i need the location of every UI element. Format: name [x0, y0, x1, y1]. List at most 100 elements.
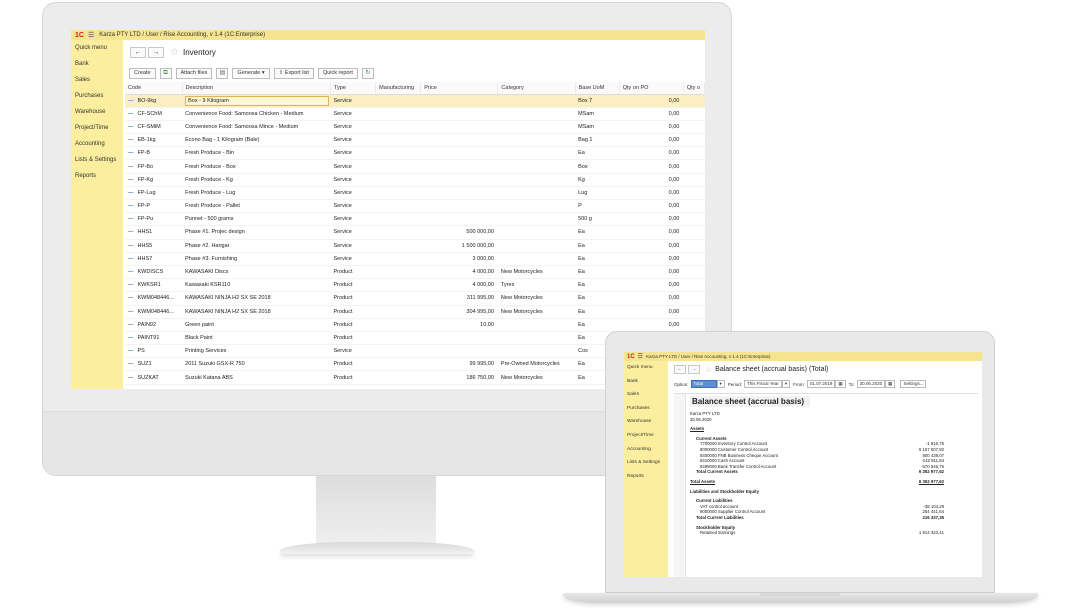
forward-arrow-icon[interactable]: →: [148, 46, 164, 58]
sidebar-item-sales[interactable]: Sales: [71, 72, 123, 88]
to-date-input[interactable]: 30.06.2020: [856, 380, 886, 388]
cell-price: 99 995,00: [420, 357, 498, 372]
sidebar-item-quick-menu[interactable]: Quick menu: [624, 361, 668, 375]
cell-overflow: [683, 199, 705, 214]
cell-overflow: [683, 239, 705, 253]
favorite-star-icon[interactable]: ☆: [705, 365, 712, 374]
sidebar-item-sales[interactable]: Sales: [624, 388, 668, 402]
sidebar-item-reports[interactable]: Reports: [71, 168, 123, 184]
delete-icon[interactable]: ▤: [216, 67, 229, 79]
forward-arrow-icon[interactable]: →: [688, 364, 700, 374]
calendar-icon[interactable]: ▦: [885, 380, 896, 388]
generate-button[interactable]: Generate ▾: [232, 67, 270, 79]
cell-mfg: [375, 305, 421, 319]
cell-desc: Phase #3. Furnishing: [182, 252, 331, 266]
sidebar-item-purchases[interactable]: Purchases: [71, 88, 123, 104]
cell-desc: KAWASAKI Discs: [182, 265, 331, 280]
create-button[interactable]: Create: [129, 67, 156, 79]
export-list-button[interactable]: ⇪ Export list: [273, 67, 314, 79]
attach-files-button[interactable]: Attach files: [175, 67, 213, 79]
sidebar-item-warehouse[interactable]: Warehouse: [624, 415, 668, 429]
cell-overflow: [683, 94, 705, 108]
sidebar-item-lists-settings[interactable]: Lists & Settings: [71, 152, 123, 168]
table-row[interactable]: — EB-1kg Econo Bag - 1 Kilogram (Bale) Serv…: [125, 133, 705, 148]
column-header[interactable]: Code: [125, 82, 183, 95]
cell-price: [420, 94, 498, 108]
column-header[interactable]: Manufacturing: [375, 82, 422, 95]
table-row[interactable]: — PAIN92 Green paint Product 10,00 Ea 0,00: [125, 318, 705, 332]
back-arrow-icon[interactable]: ←: [130, 46, 146, 58]
column-header[interactable]: Qty on PO: [619, 82, 684, 95]
column-header[interactable]: Description: [182, 82, 332, 95]
from-date-input[interactable]: 01.07.2019: [806, 380, 836, 388]
table-row[interactable]: — CF-SMiM Convenience Food: Samoosa Mince …: [125, 120, 705, 135]
cell-price: 186 750,00: [420, 370, 498, 385]
column-header[interactable]: Category: [497, 82, 576, 95]
option-select[interactable]: Total: [690, 380, 717, 388]
cell-price: [420, 212, 498, 227]
table-row[interactable]: — KWKSR1 Kawasaki KSR110 Product 4 000,00 Tyr…: [125, 278, 705, 293]
menu-icon[interactable]: ☰: [638, 353, 643, 360]
period-select[interactable]: This Fiscal Year: [744, 380, 782, 388]
table-row[interactable]: — FP-P Fresh Produce - Pallet Service P 0,00: [125, 199, 705, 214]
sidebar-item-bank[interactable]: Bank: [624, 375, 668, 389]
table-row[interactable]: — HHS5 Phase #2. Hangar Service 1 500 000,00…: [125, 239, 705, 253]
column-header[interactable]: Qty o: [683, 82, 705, 95]
table-row[interactable]: — FP-Bo Fresh Produce - Box Service Box 0,00: [125, 159, 705, 174]
sidebar-item-project-time[interactable]: Project/Time: [624, 429, 668, 443]
quick-report-button[interactable]: Quick report: [317, 67, 358, 79]
sidebar-item-reports[interactable]: Reports: [624, 470, 668, 484]
cell-overflow: [683, 146, 705, 161]
column-header[interactable]: Base UoM: [575, 82, 620, 95]
table-row[interactable]: — FP-Kg Fresh Produce - Kg Service Kg 0,00: [125, 173, 705, 187]
table-row[interactable]: — FP-Pu Punnet - 500 grams Service 500 g 0,00: [125, 212, 705, 227]
item-type-icon: —: [128, 321, 134, 328]
sidebar: Quick menu Bank Sales Purchases Warehous…: [71, 40, 123, 389]
table-row[interactable]: — KWDISCS KAWASAKI Discs Product 4 000,00 New…: [125, 265, 705, 280]
table-row[interactable]: — BO-9kg Box - 9 Kilogram Service Box 7 0,00: [125, 94, 705, 108]
cell-desc: Econo Bag - 1 Kilogram (Bale): [182, 133, 331, 148]
sidebar-item-purchases[interactable]: Purchases: [624, 402, 668, 416]
item-type-icon: —: [128, 123, 134, 130]
settings-button[interactable]: Settings...: [900, 380, 927, 388]
copy-icon[interactable]: ⧉: [159, 67, 172, 79]
table-row[interactable]: — KWM048446... KAWASAKI NINJA H2 SX SE 201…: [125, 305, 705, 319]
refresh-icon[interactable]: ↻: [361, 67, 374, 79]
cell-type: Service: [330, 159, 376, 174]
sidebar-item-accounting[interactable]: Accounting: [71, 136, 123, 152]
cell-uom: Ea: [575, 146, 620, 161]
cell-mfg: [375, 186, 421, 201]
table-row[interactable]: — FP-Lug Fresh Produce - Lug Service Lug 0,00: [125, 186, 705, 201]
table-row[interactable]: — FP-B Fresh Produce - Bin Service Ea 0,00: [125, 146, 705, 161]
sidebar-item-project-time[interactable]: Project/Time: [71, 120, 123, 136]
column-header[interactable]: Price: [420, 82, 499, 95]
sidebar-item-accounting[interactable]: Accounting: [624, 443, 668, 457]
table-row[interactable]: — CF-SChM Convenience Food: Samoosa Chicke…: [125, 107, 705, 121]
column-header[interactable]: Type: [330, 82, 377, 95]
sidebar-item-quick-menu[interactable]: Quick menu: [71, 40, 123, 56]
cell-cat: [497, 199, 576, 214]
option-dropdown-icon[interactable]: ▾: [716, 380, 725, 388]
calendar-icon[interactable]: ▦: [835, 380, 846, 388]
laptop-nav-row: ← → ☆ Balance sheet (accrual basis) (Tot…: [670, 361, 982, 377]
table-row[interactable]: — KWM048446... KAWASAKI NINJA H2 SX SE 201…: [125, 291, 705, 306]
period-dropdown-icon[interactable]: ▾: [781, 380, 791, 388]
cell-overflow: [683, 252, 705, 266]
sidebar-item-lists-settings[interactable]: Lists & Settings: [624, 456, 668, 470]
favorite-star-icon[interactable]: ☆: [170, 47, 179, 58]
cell-mfg: [375, 133, 421, 148]
menu-icon[interactable]: ☰: [88, 31, 94, 39]
cell-cat: [497, 318, 576, 332]
sidebar-item-warehouse[interactable]: Warehouse: [71, 104, 123, 120]
report-group-gutter: [674, 394, 686, 577]
back-arrow-icon[interactable]: ←: [674, 364, 686, 374]
window-title: Karza PTY LTD / User / Rise Accounting, …: [99, 32, 266, 38]
cell-uom: Ea: [575, 239, 620, 253]
balance-sheet-report: Balance sheet (accrual basis) Karza PTY …: [674, 393, 978, 577]
cell-mfg: [375, 159, 421, 174]
report-body: Balance sheet (accrual basis) Karza PTY …: [690, 396, 974, 577]
sidebar-item-bank[interactable]: Bank: [71, 56, 123, 72]
table-row[interactable]: — HHS7 Phase #3. Furnishing Service 3 000,00…: [125, 252, 705, 266]
report-title: Balance sheet (accrual basis): [690, 396, 810, 407]
table-row[interactable]: — HHS1 Phase #1. Projec design Service 500 0…: [125, 225, 705, 240]
